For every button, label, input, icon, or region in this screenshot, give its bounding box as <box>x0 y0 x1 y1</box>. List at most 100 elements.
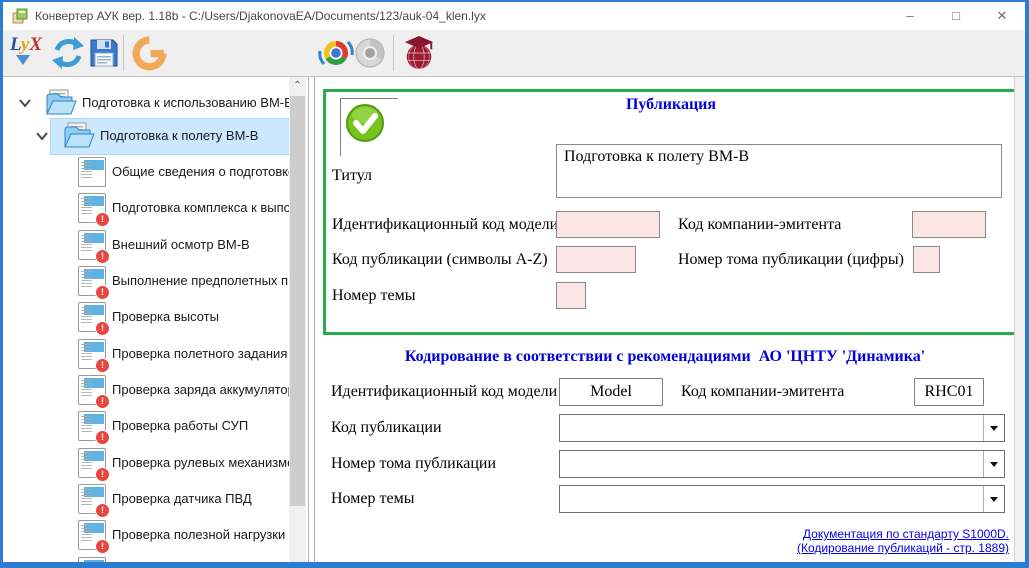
document-icon <box>78 448 106 478</box>
coding-topic-label: Номер темы <box>331 485 414 513</box>
tree-item[interactable]: Проверка датчика ПВД <box>3 481 288 517</box>
tree-item[interactable]: Проверка работы СУП <box>3 408 288 444</box>
tree-item[interactable]: Проверка высоты <box>3 299 288 335</box>
model-code-label: Идентификационный код модели <box>332 211 558 239</box>
save-icon <box>87 36 121 70</box>
tree-item[interactable]: Общие сведения о подготовке... <box>3 154 288 190</box>
coding-company-code-label: Код компании-эмитента <box>681 378 844 406</box>
document-icon <box>78 520 106 550</box>
volume-input[interactable] <box>913 246 940 273</box>
warning-badge-icon <box>95 394 110 409</box>
titul-label: Титул <box>332 162 372 190</box>
app-icon <box>12 8 28 24</box>
folder-icon <box>62 120 96 150</box>
chevron-down-icon[interactable] <box>18 98 32 108</box>
coding-pub-code-label: Код публикации <box>331 414 442 442</box>
model-code-input[interactable] <box>556 211 660 238</box>
document-icon <box>78 157 106 187</box>
document-icon <box>78 557 106 562</box>
documentation-links: Документация по стандарту S1000D. (Кодир… <box>797 527 1009 555</box>
dropdown-arrow-icon[interactable] <box>983 451 1004 477</box>
coding-model-code-value[interactable]: Model <box>559 378 663 406</box>
tree-item[interactable]: Действия расчета комплекса п... <box>3 554 288 562</box>
lyx-export-button[interactable]: LyX <box>7 34 45 72</box>
title-bar: Конвертер АУК вер. 1.18b - C:/Users/Djak… <box>3 2 1025 30</box>
save-button[interactable] <box>85 34 123 72</box>
toolbar-separator <box>123 35 124 71</box>
tree-item-label: Подготовка комплекса к выпо... <box>112 190 302 226</box>
coding-model-code-label: Идентификационный код модели <box>331 378 557 406</box>
warning-badge-icon <box>95 467 110 482</box>
warning-badge-icon <box>95 321 110 336</box>
topic-input[interactable] <box>556 282 586 309</box>
document-icon <box>78 484 106 514</box>
scrollbar-thumb[interactable] <box>290 96 305 506</box>
dropdown-arrow-icon[interactable] <box>983 486 1004 512</box>
module-tree: Подготовка к использованию ВМ-В Подготов… <box>3 77 309 562</box>
topic-dropdown[interactable] <box>559 485 1005 513</box>
warning-badge-icon <box>95 285 110 300</box>
sync-icon <box>50 35 86 71</box>
tree-item[interactable]: Проверка полетного задания <box>3 336 288 372</box>
titul-value: Подготовка к полету ВМ-В <box>564 148 749 165</box>
browser-refresh-button[interactable] <box>317 34 355 72</box>
warning-badge-icon <box>95 358 110 373</box>
chevron-down-icon[interactable] <box>35 131 49 141</box>
tree-item-label: Подготовка к использованию ВМ-В <box>82 85 293 121</box>
tree-item-label: Проверка рулевых механизмов <box>112 445 301 481</box>
close-button[interactable]: ✕ <box>979 2 1025 30</box>
tree-scrollbar[interactable]: ⌃ <box>289 77 306 562</box>
minimize-button[interactable]: – <box>887 2 933 30</box>
publication-panel: Публикация Титул Подготовка к полету ВМ-… <box>314 77 1025 562</box>
warning-badge-icon <box>95 249 110 264</box>
document-icon <box>78 375 106 405</box>
web-help-button[interactable] <box>400 34 438 72</box>
pub-code-dropdown[interactable] <box>559 414 1005 442</box>
document-icon <box>78 266 106 296</box>
browser-refresh-icon <box>318 35 354 71</box>
tree-item[interactable]: Проверка рулевых механизмов <box>3 445 288 481</box>
tree-item[interactable]: Выполнение предполетных пр... <box>3 263 288 299</box>
tree-item[interactable]: Проверка заряда аккумулятора <box>3 372 288 408</box>
browser-disabled-icon <box>352 35 388 71</box>
volume-dropdown[interactable] <box>559 450 1005 478</box>
warning-badge-icon <box>95 503 110 518</box>
tree-item[interactable]: Подготовка комплекса к выпо... <box>3 190 288 226</box>
sync-button[interactable] <box>49 34 87 72</box>
tree-item-label: Проверка работы СУП <box>112 408 248 444</box>
window-controls: – □ ✕ <box>887 2 1025 30</box>
tree-item[interactable]: Проверка полезной нагрузки <box>3 517 288 553</box>
tree-item-label: Подготовка к полету ВМ-В <box>100 118 258 154</box>
pub-code-input[interactable] <box>556 246 636 273</box>
coding-volume-label: Номер тома публикации <box>331 450 496 478</box>
coding-company-code-value[interactable]: RHC01 <box>914 378 984 406</box>
globe-education-icon <box>402 34 436 72</box>
lyx-export-icon: LyX <box>7 34 45 72</box>
warning-badge-icon <box>95 539 110 554</box>
browser-disabled-button[interactable] <box>351 34 389 72</box>
tree-root-item[interactable]: Подготовка к использованию ВМ-В <box>3 85 288 121</box>
company-code-input[interactable] <box>912 211 986 238</box>
topic-label: Номер темы <box>332 282 415 310</box>
warning-badge-icon <box>95 430 110 445</box>
tree-item-label: Выполнение предполетных пр... <box>112 263 306 299</box>
scroll-up-icon[interactable]: ⌃ <box>289 77 306 94</box>
main-scrollbar[interactable] <box>1014 77 1025 562</box>
s1000d-page-link[interactable]: (Кодирование публикаций - стр. 1889) <box>797 541 1009 555</box>
pub-code-label: Код публикации (символы A-Z) <box>332 246 548 274</box>
tree-item-label: Проверка высоты <box>112 299 219 335</box>
reload-button[interactable] <box>130 34 168 72</box>
maximize-button[interactable]: □ <box>933 2 979 30</box>
tree-selected-item[interactable]: Подготовка к полету ВМ-В <box>3 118 288 154</box>
warning-badge-icon <box>95 212 110 227</box>
s1000d-doc-link[interactable]: Документация по стандарту S1000D. <box>797 527 1009 541</box>
tree-item-label: Проверка заряда аккумулятора <box>112 372 302 408</box>
dropdown-arrow-icon[interactable] <box>983 415 1004 441</box>
publication-groupbox: Публикация Титул Подготовка к полету ВМ-… <box>323 89 1019 335</box>
toolbar: LyX <box>3 30 1025 77</box>
titul-field[interactable]: Подготовка к полету ВМ-В <box>556 144 1002 198</box>
window-title: Конвертер АУК вер. 1.18b - C:/Users/Djak… <box>35 2 486 30</box>
tree-item-label: Действия расчета комплекса п... <box>112 554 309 562</box>
tree-item[interactable]: Внешний осмотр ВМ-В <box>3 227 288 263</box>
tree-item-label: Внешний осмотр ВМ-В <box>112 227 250 263</box>
